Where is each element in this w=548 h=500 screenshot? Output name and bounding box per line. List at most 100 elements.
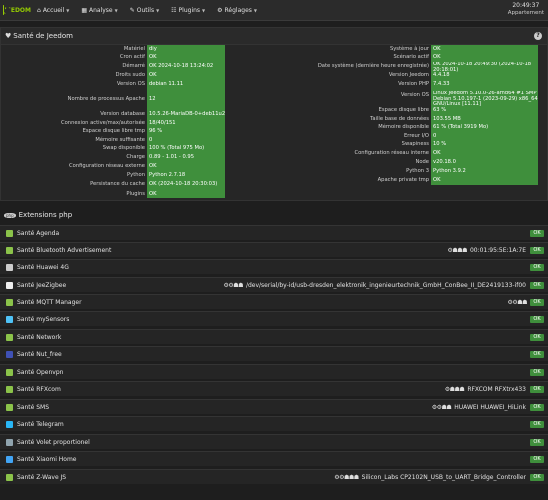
nav-item-label: Réglages <box>224 6 252 14</box>
health-value-right: 7.4.33 <box>433 81 450 87</box>
caret-down-icon: ▼ <box>66 7 70 13</box>
status-badge: OK <box>530 368 544 376</box>
nav-item-label: Outils <box>136 6 155 14</box>
jeedom-logo[interactable]: JEEDOM <box>3 5 31 15</box>
extensions-title: Extensions php <box>18 211 73 219</box>
extension-label: Santé Nut_free <box>17 350 62 358</box>
extension-label: Santé SMS <box>17 403 50 411</box>
health-label-right: Version OS <box>400 92 429 98</box>
health-label-left: Nombre de processus Apache <box>67 96 145 102</box>
status-badge: OK <box>530 438 544 446</box>
nav-item-label: Analyse <box>89 6 113 14</box>
health-value-left: diy <box>149 46 157 52</box>
caret-down-icon: ▼ <box>253 7 257 13</box>
health-label-left: Swap disponible <box>102 145 145 151</box>
health-value-right: Linux Jeedom 5.10.0-26-amd64 #1 SMP Debi… <box>433 91 538 107</box>
health-label-left: Cron actif <box>119 54 145 60</box>
extension-row: Santé Network OK <box>0 329 548 344</box>
nav-item-analyse[interactable]: ▦ Analyse ▼ <box>81 7 117 14</box>
extension-status-group: OK <box>530 438 544 446</box>
extension-row: Santé Agenda OK <box>0 225 548 240</box>
extension-row: Santé Telegram OK <box>0 416 548 431</box>
health-label-right: Système à jour <box>389 46 429 52</box>
health-label-right: Configuration réseau interne <box>354 150 429 156</box>
extension-detail: HUAWEI HUAWEI_HiLink <box>454 403 526 411</box>
health-value-left: 100 % (Total 975 Mo) <box>149 145 205 151</box>
extension-status-group: ⚙⚙☗☗ OK <box>507 298 544 306</box>
health-label-left: Démarré <box>122 63 145 69</box>
help-icon[interactable]: ? <box>534 32 542 40</box>
plugin-tools-icons[interactable]: ⚙⚙☗☗ <box>507 299 527 306</box>
health-label-left: Espace disque libre tmp <box>82 128 145 134</box>
health-value-right: 0 <box>433 133 437 139</box>
health-label-left: Version database <box>100 111 145 117</box>
plugin-icon <box>6 438 13 446</box>
extension-row: Santé Huawei 4G OK <box>0 259 548 274</box>
health-label-left: Version OS <box>116 81 145 87</box>
status-badge: OK <box>530 298 544 306</box>
extension-row: Santé mySensors OK <box>0 311 548 326</box>
extension-label: Santé mySensors <box>17 315 70 323</box>
plugin-icon <box>6 281 13 289</box>
status-badge: OK <box>530 281 544 289</box>
health-label-left: Persistance du cache <box>90 181 145 187</box>
status-badge: OK <box>530 333 544 341</box>
extension-label: Santé Huawei 4G <box>17 263 69 271</box>
health-panel-header: ♥ Santé de Jeedom <box>1 28 547 45</box>
cogs-icon: ⚙ <box>217 6 223 14</box>
nav-item-plugins[interactable]: ☷ Plugins ▼ <box>171 7 205 14</box>
plugin-icon <box>6 368 13 376</box>
clock-time: 20:49:37 <box>512 2 540 9</box>
nav-item-accueil[interactable]: ⌂ Accueil ▼ <box>37 7 69 14</box>
extension-row: Santé Z-Wave JS ⚙⚙☗☗☗ Silicon_Labs CP2102N… <box>0 469 548 484</box>
health-value-right: 103.55 MB <box>433 116 461 122</box>
health-value-right: 4.4.18 <box>433 72 450 78</box>
php-icon: php <box>4 212 16 218</box>
extension-label: Santé MQTT Manager <box>17 298 82 306</box>
health-label-left: Plugins <box>126 191 145 197</box>
status-badge: OK <box>530 403 544 411</box>
health-label-right: Version Jeedom <box>388 72 429 78</box>
plugin-tools-icons[interactable]: ⚙⚙☗☗ <box>223 282 243 289</box>
caret-down-icon: ▼ <box>156 7 160 13</box>
extension-status-group: OK <box>530 455 544 463</box>
extension-row: Santé Xiaomi Home OK <box>0 451 548 466</box>
extension-label: Santé Volet proportionel <box>17 438 90 446</box>
nav-item-outils[interactable]: ✎ Outils ▼ <box>130 7 159 14</box>
extension-label: Santé JeeZigbee <box>17 281 67 289</box>
extension-status-group: ⚙☗☗☗ RFXCOM RFXtrx433 OK <box>445 385 544 393</box>
plugin-tools-icons[interactable]: ⚙⚙☗☗☗ <box>334 474 359 481</box>
health-value-left: debian 11.11 <box>149 81 184 87</box>
health-label-left: Droits sudo <box>115 72 145 78</box>
nav-item-label: Plugins <box>178 6 201 14</box>
extension-row: Santé Openvpn OK <box>0 364 548 379</box>
clock-block: 20:49:37 Appartement <box>508 2 544 17</box>
extension-label: Santé Openvpn <box>17 368 64 376</box>
status-badge: OK <box>530 473 544 481</box>
nav-item-rglages[interactable]: ⚙ Réglages ▼ <box>217 7 257 14</box>
health-value-left: 0 <box>149 137 153 143</box>
plugin-tools-icons[interactable]: ⚙☗☗☗ <box>445 386 465 393</box>
health-value-left: 0.89 - 1.01 - 0.95 <box>149 154 194 160</box>
extension-label: Santé Telegram <box>17 420 64 428</box>
health-value-left: OK 2024-10-18 13:24:02 <box>149 63 214 69</box>
extension-status-group: OK <box>530 315 544 323</box>
health-value-right: OK <box>433 150 441 156</box>
extension-row: Santé SMS ⚙⚙☗☗ HUAWEI HUAWEI_HiLink OK <box>0 399 548 414</box>
health-label-right: Date système (dernière heure enregistrée… <box>317 63 429 69</box>
plugin-icon <box>6 385 13 393</box>
extension-row: Santé JeeZigbee ⚙⚙☗☗/dev/serial/by-id/usb… <box>0 277 548 292</box>
plugin-icon <box>6 298 13 306</box>
extension-row: Santé Volet proportionel OK <box>0 434 548 449</box>
extension-detail: RFXCOM RFXtrx433 <box>467 385 526 393</box>
health-value-right: OK <box>433 54 441 60</box>
extension-row: Santé MQTT Manager ⚙⚙☗☗ OK <box>0 294 548 309</box>
extension-label: Santé Network <box>17 333 62 341</box>
caret-down-icon: ▼ <box>114 7 118 13</box>
plugin-tools-icons[interactable]: ⚙⚙☗☗ <box>432 404 452 411</box>
health-label-right: Version PHP <box>398 81 429 87</box>
plugin-tools-icons[interactable]: ⚙☗☗☗ <box>447 247 467 254</box>
health-label-left: Python <box>127 172 145 178</box>
plugin-icon <box>6 455 13 463</box>
nav-item-label: Accueil <box>42 6 65 14</box>
